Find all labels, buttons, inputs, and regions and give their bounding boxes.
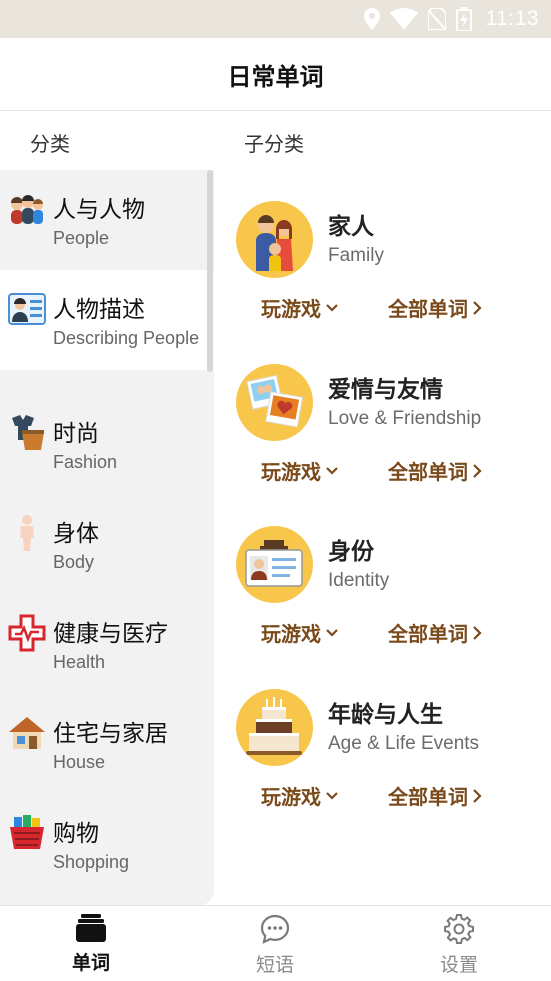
sidebar-item-sublabel: People	[53, 228, 110, 248]
status-time: 11:13	[485, 7, 539, 30]
subcategory-subtitle: Love & Friendship	[328, 408, 482, 429]
category-column-header: 分类	[30, 132, 70, 156]
medical-cross-icon	[8, 614, 46, 652]
sidebar-item-shopping[interactable]: 购物 Shopping	[0, 794, 214, 894]
body-icon	[20, 515, 34, 551]
subcategory-identity[interactable]: 身份 Identity 玩游戏 全部单词	[236, 526, 536, 676]
subcategory-title: 爱情与友情	[328, 377, 443, 403]
sidebar-item-label: 人物描述	[53, 297, 145, 323]
sidebar-item-label: 人与人物	[53, 197, 145, 223]
subcategory-family[interactable]: 家人 Family 玩游戏 全部单词	[236, 201, 536, 351]
chevron-down-icon	[326, 791, 338, 800]
cards-icon	[76, 914, 106, 942]
all-words-label: 全部单词	[388, 785, 468, 809]
app-header: 日常单词	[0, 38, 551, 111]
category-sidebar[interactable]: 人与人物 People 人物描述 Describing People 时尚 Fa…	[0, 170, 214, 905]
sidebar-item-label: 健康与医疗	[53, 621, 168, 647]
sidebar-item-sublabel: Shopping	[53, 852, 130, 872]
sidebar-item-sublabel: Body	[53, 552, 95, 572]
sidebar-item-sublabel: House	[53, 752, 106, 772]
id-card-icon	[8, 293, 46, 325]
subcategory-title: 家人	[328, 214, 374, 240]
identity-card-icon	[236, 526, 313, 603]
chevron-down-icon	[326, 628, 338, 637]
tab-label: 短语	[255, 954, 294, 976]
play-game-label: 玩游戏	[261, 785, 321, 809]
chevron-right-icon	[473, 463, 482, 478]
all-words-button[interactable]: 全部单词	[388, 618, 482, 647]
people-icon	[11, 195, 43, 224]
sidebar-item-health[interactable]: 健康与医疗 Health	[0, 594, 214, 694]
all-words-button[interactable]: 全部单词	[388, 293, 482, 322]
sidebar-item-fashion[interactable]: 时尚 Fashion	[0, 394, 214, 494]
all-words-label: 全部单词	[388, 622, 468, 646]
sidebar-item-body[interactable]: 身体 Body	[0, 494, 214, 594]
sidebar-item-sublabel: Health	[53, 652, 106, 672]
play-game-button[interactable]: 玩游戏	[261, 618, 339, 647]
family-icon	[236, 201, 313, 278]
all-words-button[interactable]: 全部单词	[388, 456, 482, 485]
all-words-button[interactable]: 全部单词	[388, 781, 482, 810]
chat-bubble-icon	[260, 914, 290, 944]
house-icon	[9, 717, 45, 749]
play-game-label: 玩游戏	[261, 460, 321, 484]
clothes-icon	[12, 415, 44, 450]
subcategory-title: 身份	[328, 539, 374, 565]
sidebar-item-describing-people[interactable]: 人物描述 Describing People	[0, 270, 214, 370]
shopping-basket-icon	[10, 815, 44, 849]
play-game-button[interactable]: 玩游戏	[261, 781, 339, 810]
sidebar-item-house[interactable]: 住宅与家居 House	[0, 694, 214, 794]
tab-words[interactable]: 单词	[31, 914, 151, 980]
no-sim-icon	[427, 8, 446, 30]
subcategory-subtitle: Family	[328, 245, 384, 266]
sidebar-item-sublabel: Describing People	[53, 328, 200, 348]
photos-icon	[236, 364, 313, 441]
status-bar: 11:13	[0, 0, 551, 38]
play-game-label: 玩游戏	[261, 622, 321, 646]
play-game-button[interactable]: 玩游戏	[261, 293, 339, 322]
subcategory-age-life-events[interactable]: 年龄与人生 Age & Life Events 玩游戏 全部单词	[236, 689, 536, 839]
tab-label: 单词	[71, 952, 110, 974]
sidebar-item-label: 购物	[53, 821, 99, 847]
subcategory-title: 年龄与人生	[328, 702, 443, 728]
sidebar-item-label: 时尚	[53, 421, 99, 447]
location-icon	[363, 8, 380, 30]
subcategory-subtitle: Identity	[328, 570, 390, 591]
subcategory-column-header: 子分类	[244, 132, 304, 156]
sidebar-item-label: 住宅与家居	[53, 721, 168, 747]
chevron-right-icon	[473, 625, 482, 640]
subcategory-subtitle: Age & Life Events	[328, 733, 480, 754]
play-game-button[interactable]: 玩游戏	[261, 456, 339, 485]
sidebar-item-label: 身体	[53, 521, 99, 547]
wifi-icon	[389, 8, 418, 30]
chevron-down-icon	[326, 466, 338, 475]
battery-charging-icon	[455, 7, 472, 31]
sidebar-item-people[interactable]: 人与人物 People	[0, 170, 214, 270]
gear-icon	[444, 914, 474, 944]
birthday-cake-icon	[236, 689, 313, 766]
tab-label: 设置	[439, 954, 478, 976]
play-game-label: 玩游戏	[261, 297, 321, 321]
bottom-nav: 单词 短语 设置	[0, 905, 551, 981]
page-title: 日常单词	[227, 62, 324, 91]
all-words-label: 全部单词	[388, 460, 468, 484]
chevron-right-icon	[473, 300, 482, 315]
chevron-down-icon	[326, 303, 338, 312]
sidebar-scrollbar[interactable]	[207, 170, 213, 372]
tab-phrases[interactable]: 短语	[215, 914, 335, 980]
tab-settings[interactable]: 设置	[399, 914, 519, 980]
sidebar-item-sublabel: Fashion	[53, 452, 118, 472]
all-words-label: 全部单词	[388, 297, 468, 321]
subcategory-love-friendship[interactable]: 爱情与友情 Love & Friendship 玩游戏 全部单词	[236, 364, 536, 514]
chevron-right-icon	[473, 788, 482, 803]
